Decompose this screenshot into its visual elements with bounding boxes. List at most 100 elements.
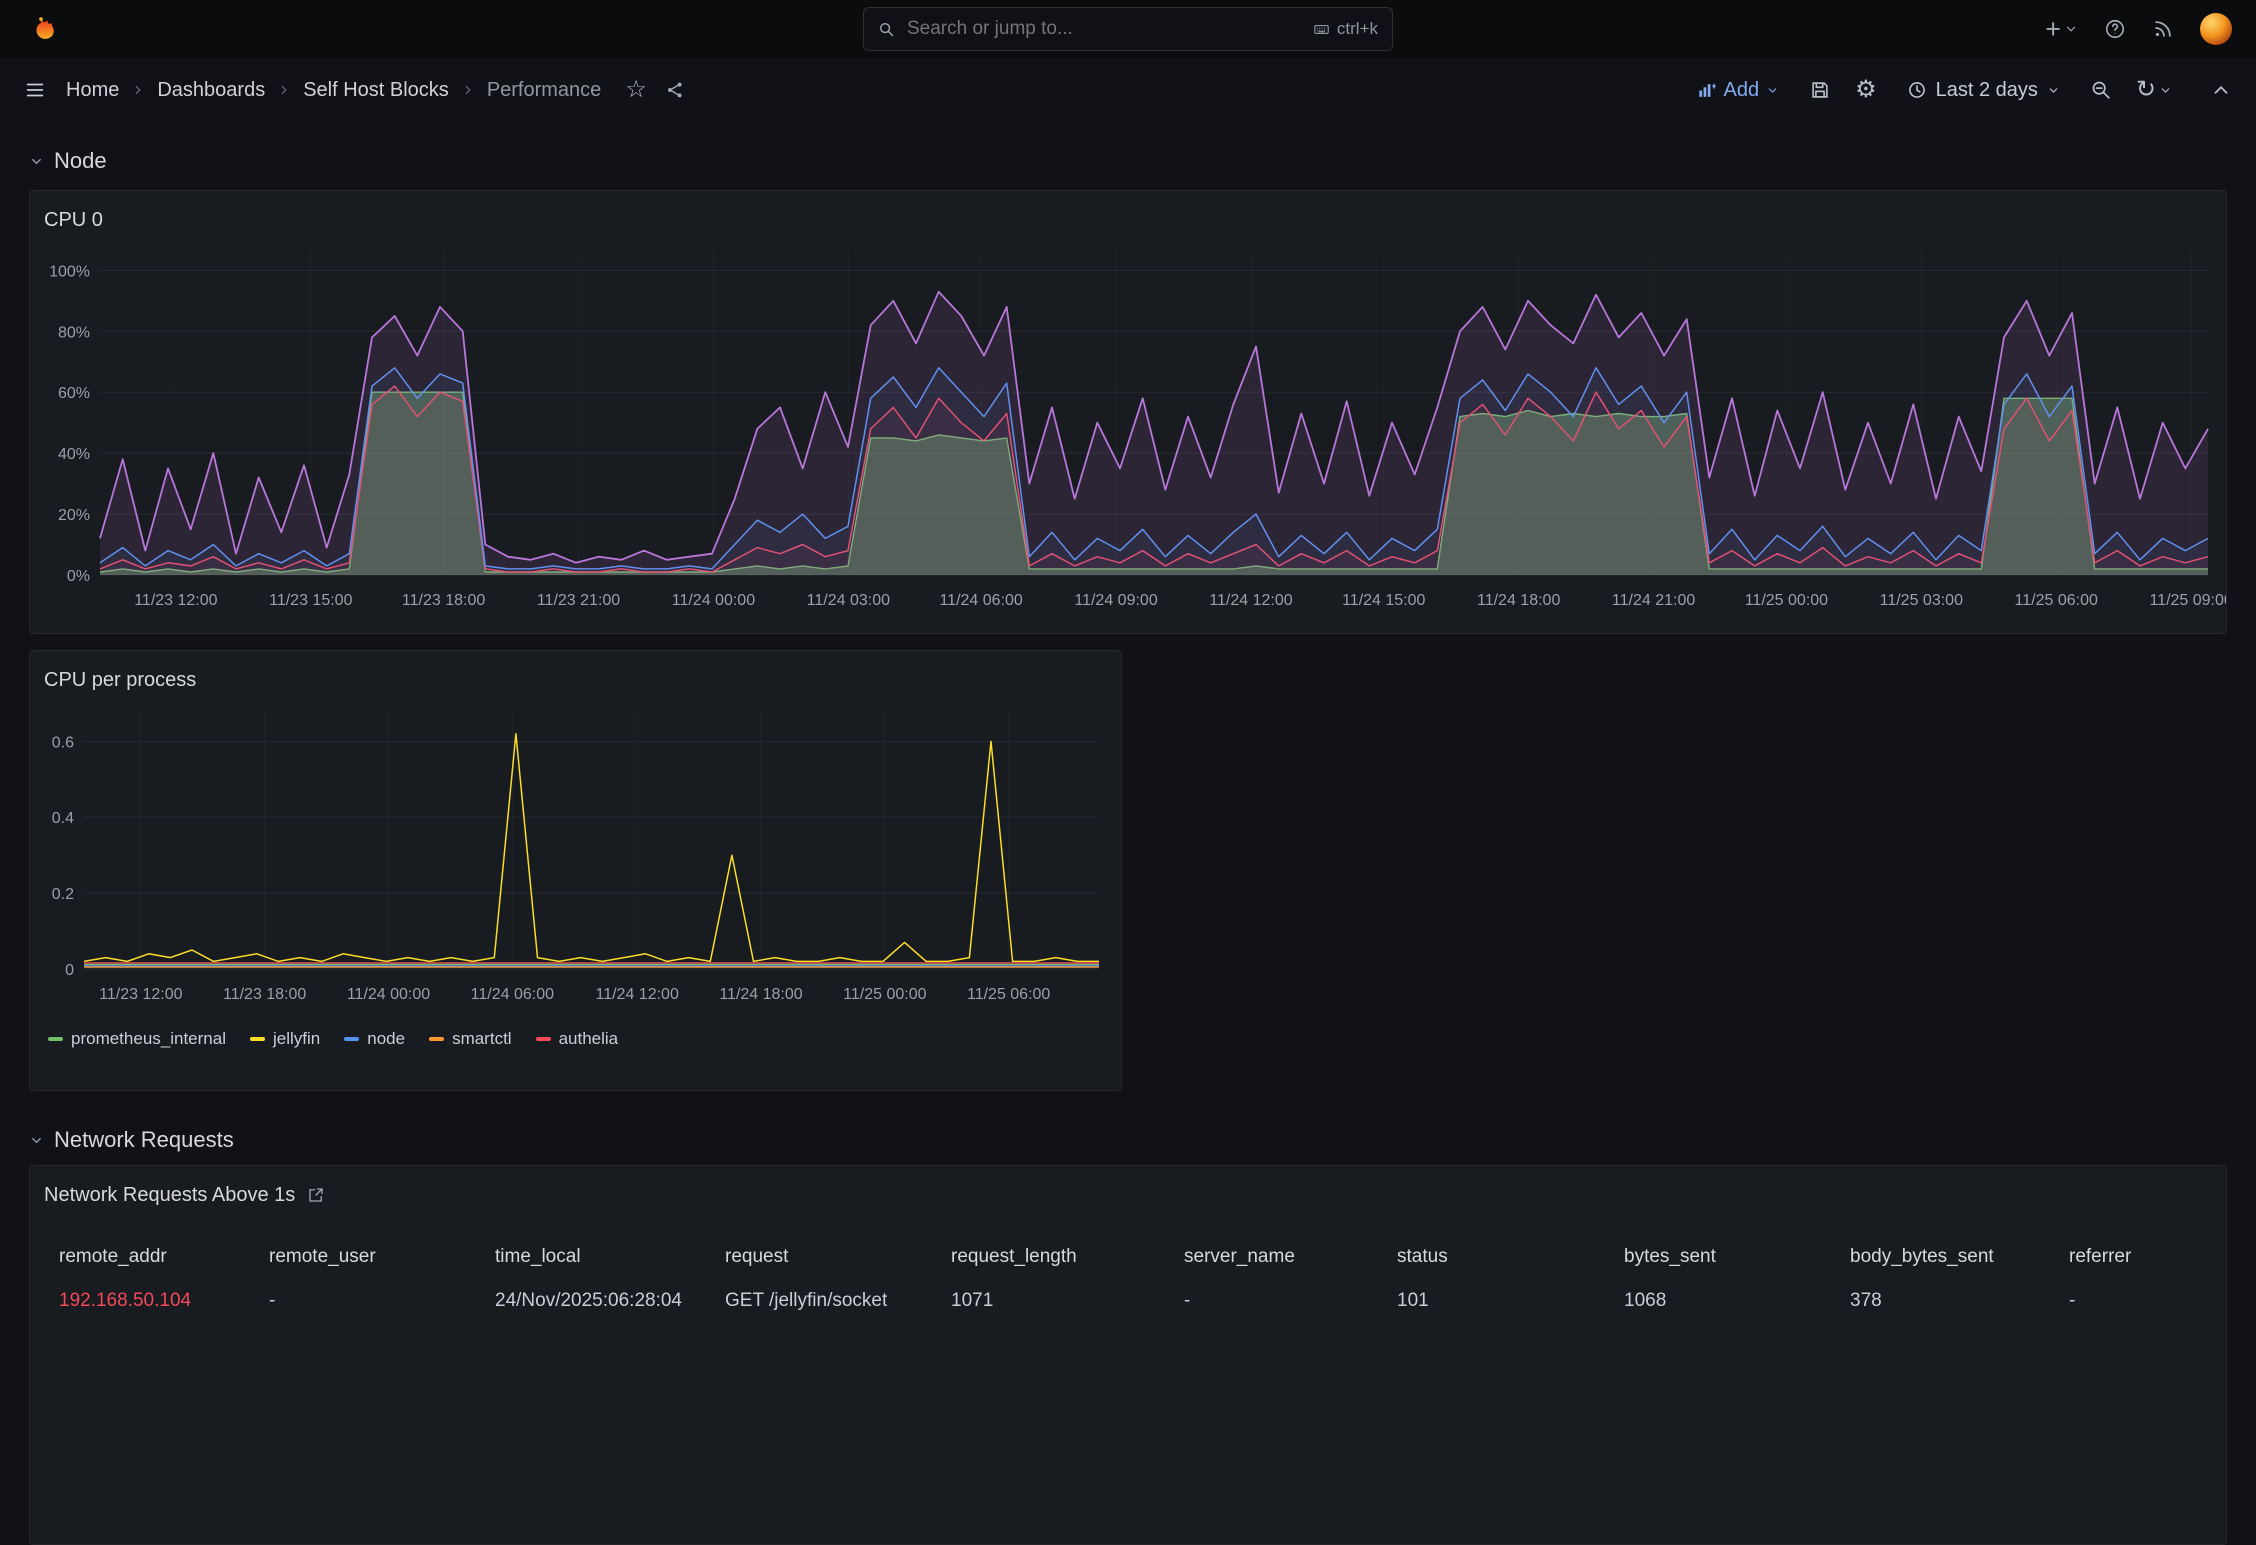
dashboard-settings-icon[interactable]: ⚙ <box>1855 78 1877 102</box>
legend-item-node[interactable]: node <box>344 1029 405 1049</box>
table-cell: 378 <box>1850 1290 1882 1311</box>
legend-swatch <box>344 1037 360 1041</box>
legend-item-jellyfin[interactable]: jellyfin <box>249 1029 321 1049</box>
shortcut-hint: ctrl+k <box>1313 19 1378 39</box>
news-button[interactable] <box>2152 18 2174 40</box>
table-column-header[interactable]: request <box>725 1246 951 1268</box>
save-dashboard-icon[interactable] <box>1809 79 1831 101</box>
svg-text:11/25 06:00: 11/25 06:00 <box>2015 592 2098 609</box>
add-panel-button[interactable]: Add <box>1691 78 1785 103</box>
grafana-logo-icon[interactable] <box>24 12 58 46</box>
search-input[interactable] <box>905 17 1303 41</box>
table-column-header[interactable]: status <box>1397 1246 1624 1268</box>
add-label: Add <box>1723 78 1760 101</box>
panel-title-text: Network Requests Above 1s <box>44 1183 296 1206</box>
legend-label: smartctl <box>452 1029 512 1048</box>
help-button[interactable] <box>2104 18 2126 40</box>
table-header-row: remote_addr remote_user time_local reque… <box>30 1218 2226 1278</box>
panel-network-requests-title[interactable]: Network Requests Above 1s <box>30 1166 2226 1210</box>
svg-text:11/24 00:00: 11/24 00:00 <box>672 592 755 609</box>
table-cell: 101 <box>1397 1290 1429 1311</box>
add-panel-icon <box>1699 83 1717 97</box>
topbar-right-actions: + <box>2045 13 2232 45</box>
svg-text:11/24 15:00: 11/24 15:00 <box>1342 592 1425 609</box>
table-column-header[interactable]: remote_addr <box>59 1246 269 1268</box>
panel-cpu0-title[interactable]: CPU 0 <box>30 191 2226 235</box>
time-range-picker[interactable]: Last 2 days <box>1901 78 2066 103</box>
legend-swatch <box>48 1037 63 1041</box>
table-column-header[interactable]: request_length <box>951 1246 1184 1268</box>
table-cell: 192.168.50.104 <box>59 1290 192 1311</box>
user-avatar[interactable] <box>2200 13 2232 45</box>
svg-text:60%: 60% <box>58 385 90 402</box>
table-cell: - <box>1184 1290 1191 1311</box>
table-cell: 1068 <box>1624 1290 1667 1311</box>
svg-text:11/24 03:00: 11/24 03:00 <box>807 592 890 609</box>
breadcrumb-item-self-host-blocks[interactable]: Self Host Blocks <box>303 79 449 102</box>
legend-swatch <box>429 1037 445 1041</box>
external-link-icon[interactable] <box>307 1186 325 1204</box>
hamburger-menu-icon[interactable] <box>24 79 46 101</box>
table-column-header[interactable]: server_name <box>1184 1246 1397 1268</box>
svg-text:11/23 18:00: 11/23 18:00 <box>223 986 306 1003</box>
refresh-icon: ↻ <box>2135 76 2156 103</box>
svg-text:0.2: 0.2 <box>52 886 74 903</box>
table-column-header[interactable]: body_bytes_sent <box>1850 1246 2069 1268</box>
chevron-up-icon[interactable] <box>2210 79 2232 101</box>
keyboard-icon <box>1314 24 1329 34</box>
table-column-header[interactable]: time_local <box>495 1246 725 1268</box>
breadcrumb-item-dashboards[interactable]: Dashboards <box>157 79 265 102</box>
legend-item-smartctl[interactable]: smartctl <box>429 1029 512 1049</box>
svg-text:11/23 12:00: 11/23 12:00 <box>99 986 182 1003</box>
panel-title-text: CPU 0 <box>44 208 103 231</box>
question-circle-icon <box>2105 19 2125 39</box>
section-header-network-requests[interactable]: Network Requests <box>29 1127 2227 1153</box>
refresh-button[interactable]: ↻ <box>2136 78 2172 102</box>
global-search[interactable]: ctrl+k <box>863 7 1393 51</box>
chevron-right-icon <box>131 83 145 97</box>
time-range-label: Last 2 days <box>1935 78 2038 101</box>
chevron-down-icon <box>2049 87 2058 93</box>
table-cell: GET /jellyfin/socket <box>725 1290 888 1311</box>
plus-icon: + <box>2045 13 2061 44</box>
dashboard-toolbar: Home Dashboards Self Host Blocks Perform… <box>0 58 2256 122</box>
share-icon[interactable] <box>665 80 685 100</box>
svg-text:11/24 21:00: 11/24 21:00 <box>1612 592 1695 609</box>
top-navbar: ctrl+k + <box>0 0 2256 58</box>
table-column-header[interactable]: bytes_sent <box>1624 1246 1850 1268</box>
legend-item-authelia[interactable]: authelia <box>535 1029 619 1049</box>
search-icon <box>879 22 894 36</box>
star-icon[interactable]: ☆ <box>625 78 647 102</box>
legend-item-prometheus-internal[interactable]: prometheus_internal <box>48 1029 226 1049</box>
section-header-node[interactable]: Node <box>29 148 2227 174</box>
zoom-out-time-icon[interactable] <box>2090 79 2112 101</box>
svg-text:11/24 06:00: 11/24 06:00 <box>939 592 1022 609</box>
clock-icon <box>1908 82 1925 98</box>
new-button[interactable]: + <box>2045 13 2078 44</box>
section-title: Node <box>54 148 107 173</box>
breadcrumb-item-home[interactable]: Home <box>66 79 119 102</box>
cpu-per-process-chart[interactable]: 0 0.2 0.4 0.6 11/23 12:00 11/23 18:00 11/24 00… <box>30 695 1119 1021</box>
legend-label: node <box>367 1029 406 1048</box>
dashboard-content: Node CPU 0 0% 20% 40% 60% 80% 100% 11/23 12:00… <box>0 148 2256 1545</box>
chevron-down-icon <box>2066 26 2076 32</box>
cpu0-chart[interactable]: 0% 20% 40% 60% 80% 100% 11/23 12:00 11/23 15:00… <box>30 235 2226 631</box>
svg-text:11/24 18:00: 11/24 18:00 <box>1477 592 1560 609</box>
breadcrumb: Home Dashboards Self Host Blocks Perform… <box>66 79 601 102</box>
svg-text:11/24 09:00: 11/24 09:00 <box>1074 592 1157 609</box>
panel-cpu-per-process-title[interactable]: CPU per process <box>30 651 1121 695</box>
legend-label: jellyfin <box>272 1029 321 1048</box>
legend-label: authelia <box>558 1029 619 1048</box>
table-cell: - <box>2069 1290 2076 1311</box>
legend-swatch <box>249 1037 265 1041</box>
svg-text:100%: 100% <box>49 263 90 280</box>
table-column-header[interactable]: referrer <box>2069 1246 2226 1268</box>
svg-text:11/24 12:00: 11/24 12:00 <box>1209 592 1292 609</box>
chevron-right-icon <box>277 83 291 97</box>
panel-cpu0: CPU 0 0% 20% 40% 60% 80% 100% 11/23 12:00 11/23… <box>29 190 2227 634</box>
table-column-header[interactable]: remote_user <box>269 1246 495 1268</box>
svg-text:11/23 21:00: 11/23 21:00 <box>537 592 620 609</box>
chevron-right-icon <box>461 83 475 97</box>
breadcrumb-item-performance: Performance <box>486 78 602 101</box>
svg-text:11/25 03:00: 11/25 03:00 <box>1880 592 1963 609</box>
